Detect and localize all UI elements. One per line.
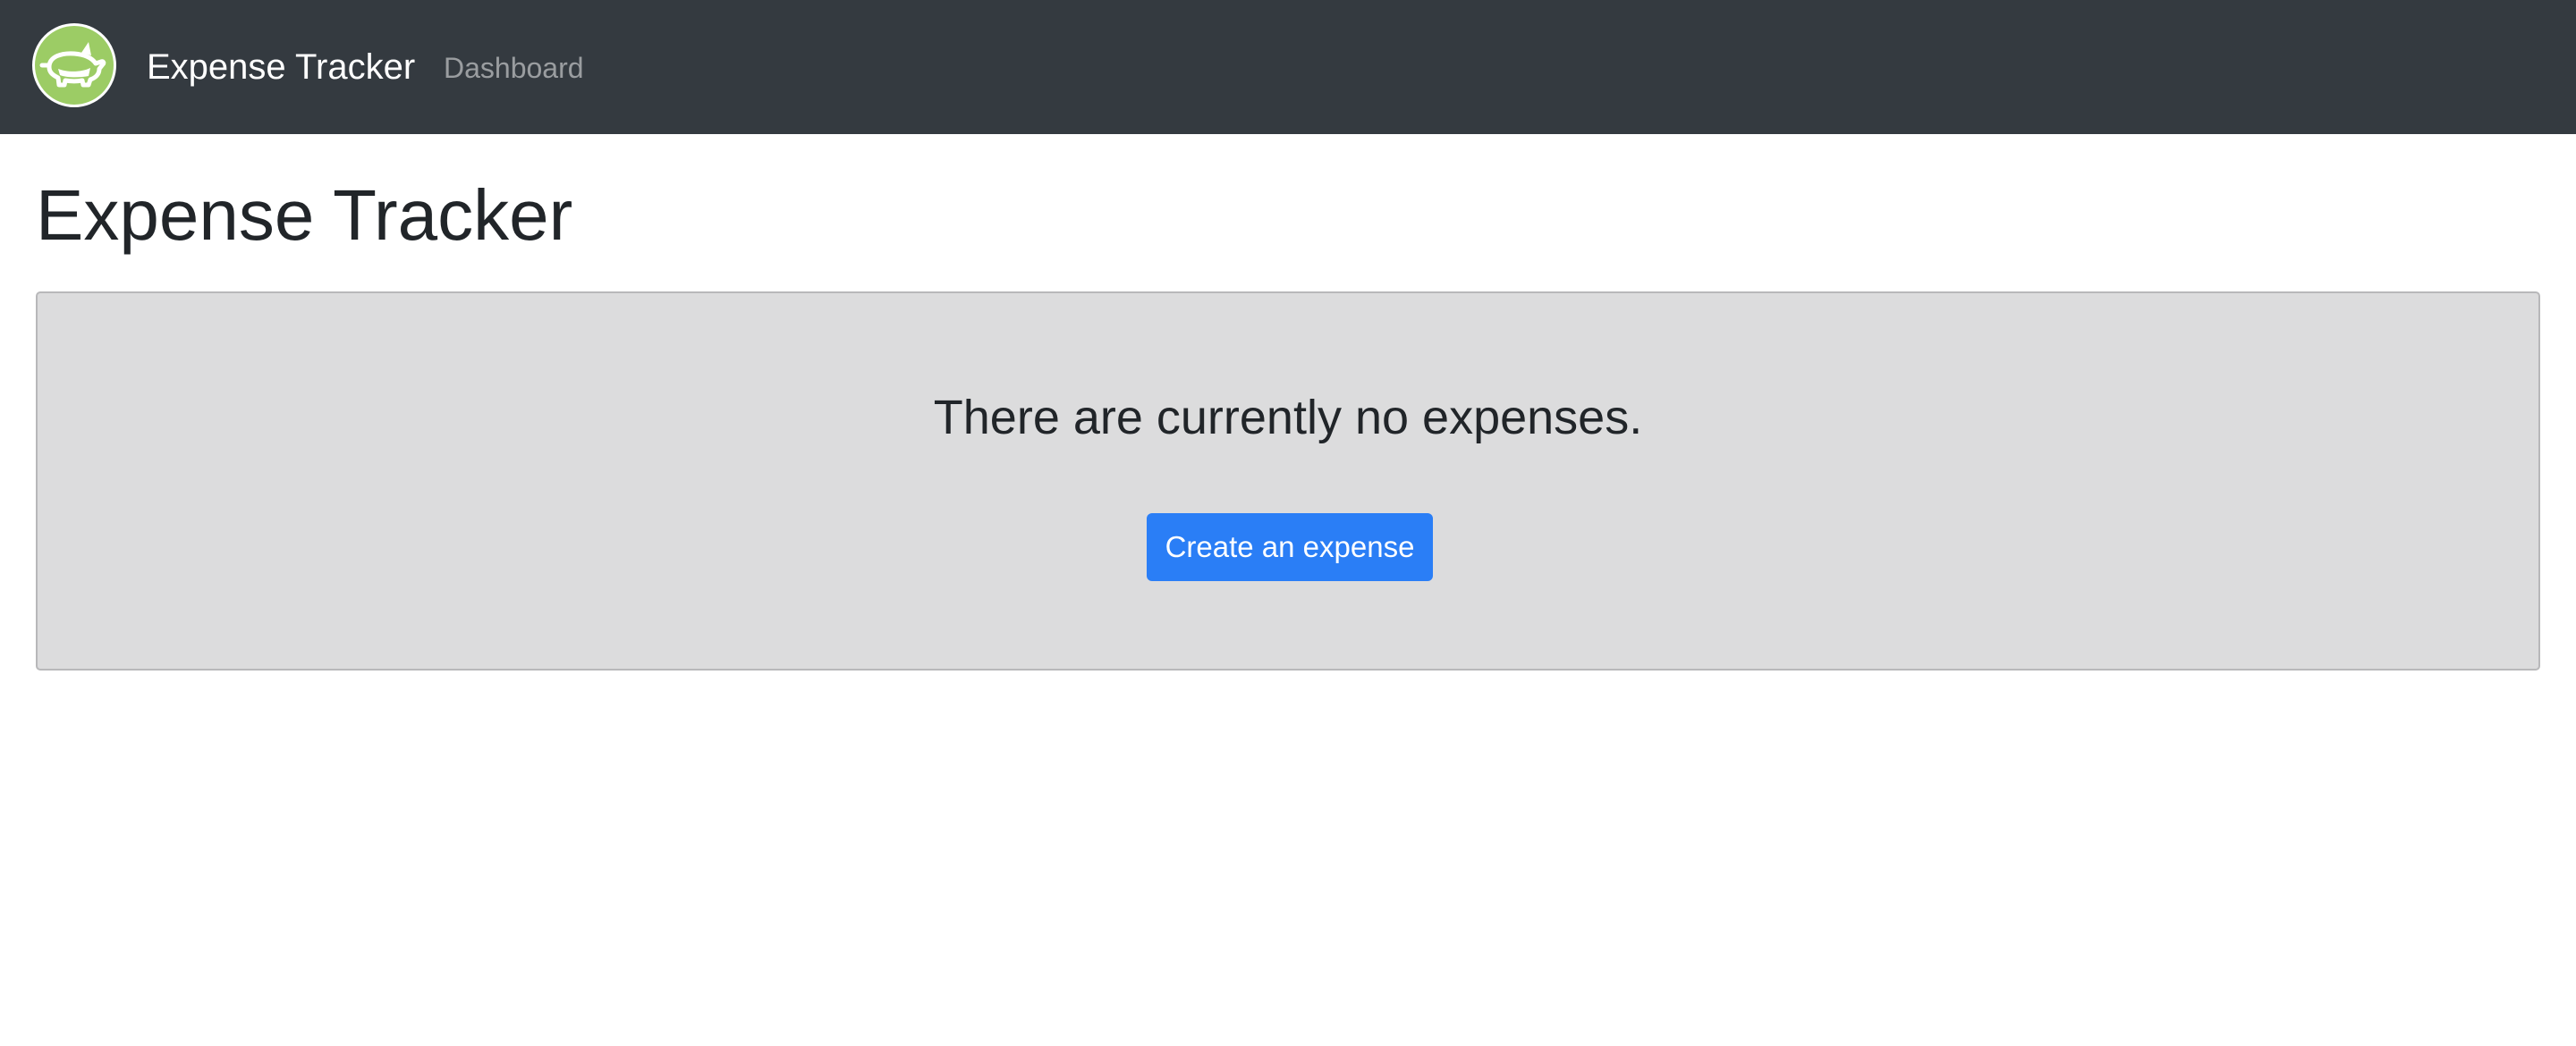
- nav-link-dashboard[interactable]: Dashboard: [444, 45, 584, 91]
- empty-state-message: There are currently no expenses.: [933, 391, 1643, 444]
- piggy-bank-icon[interactable]: [32, 23, 116, 107]
- create-expense-button[interactable]: Create an expense: [1147, 513, 1433, 581]
- page-title: Expense Tracker: [36, 175, 573, 255]
- piggy-bank-glyph: [39, 42, 106, 88]
- empty-state-panel: There are currently no expenses. Create …: [36, 291, 2540, 671]
- top-navbar: Expense Tracker Dashboard: [0, 0, 2576, 134]
- navbar-brand[interactable]: Expense Tracker: [147, 40, 415, 94]
